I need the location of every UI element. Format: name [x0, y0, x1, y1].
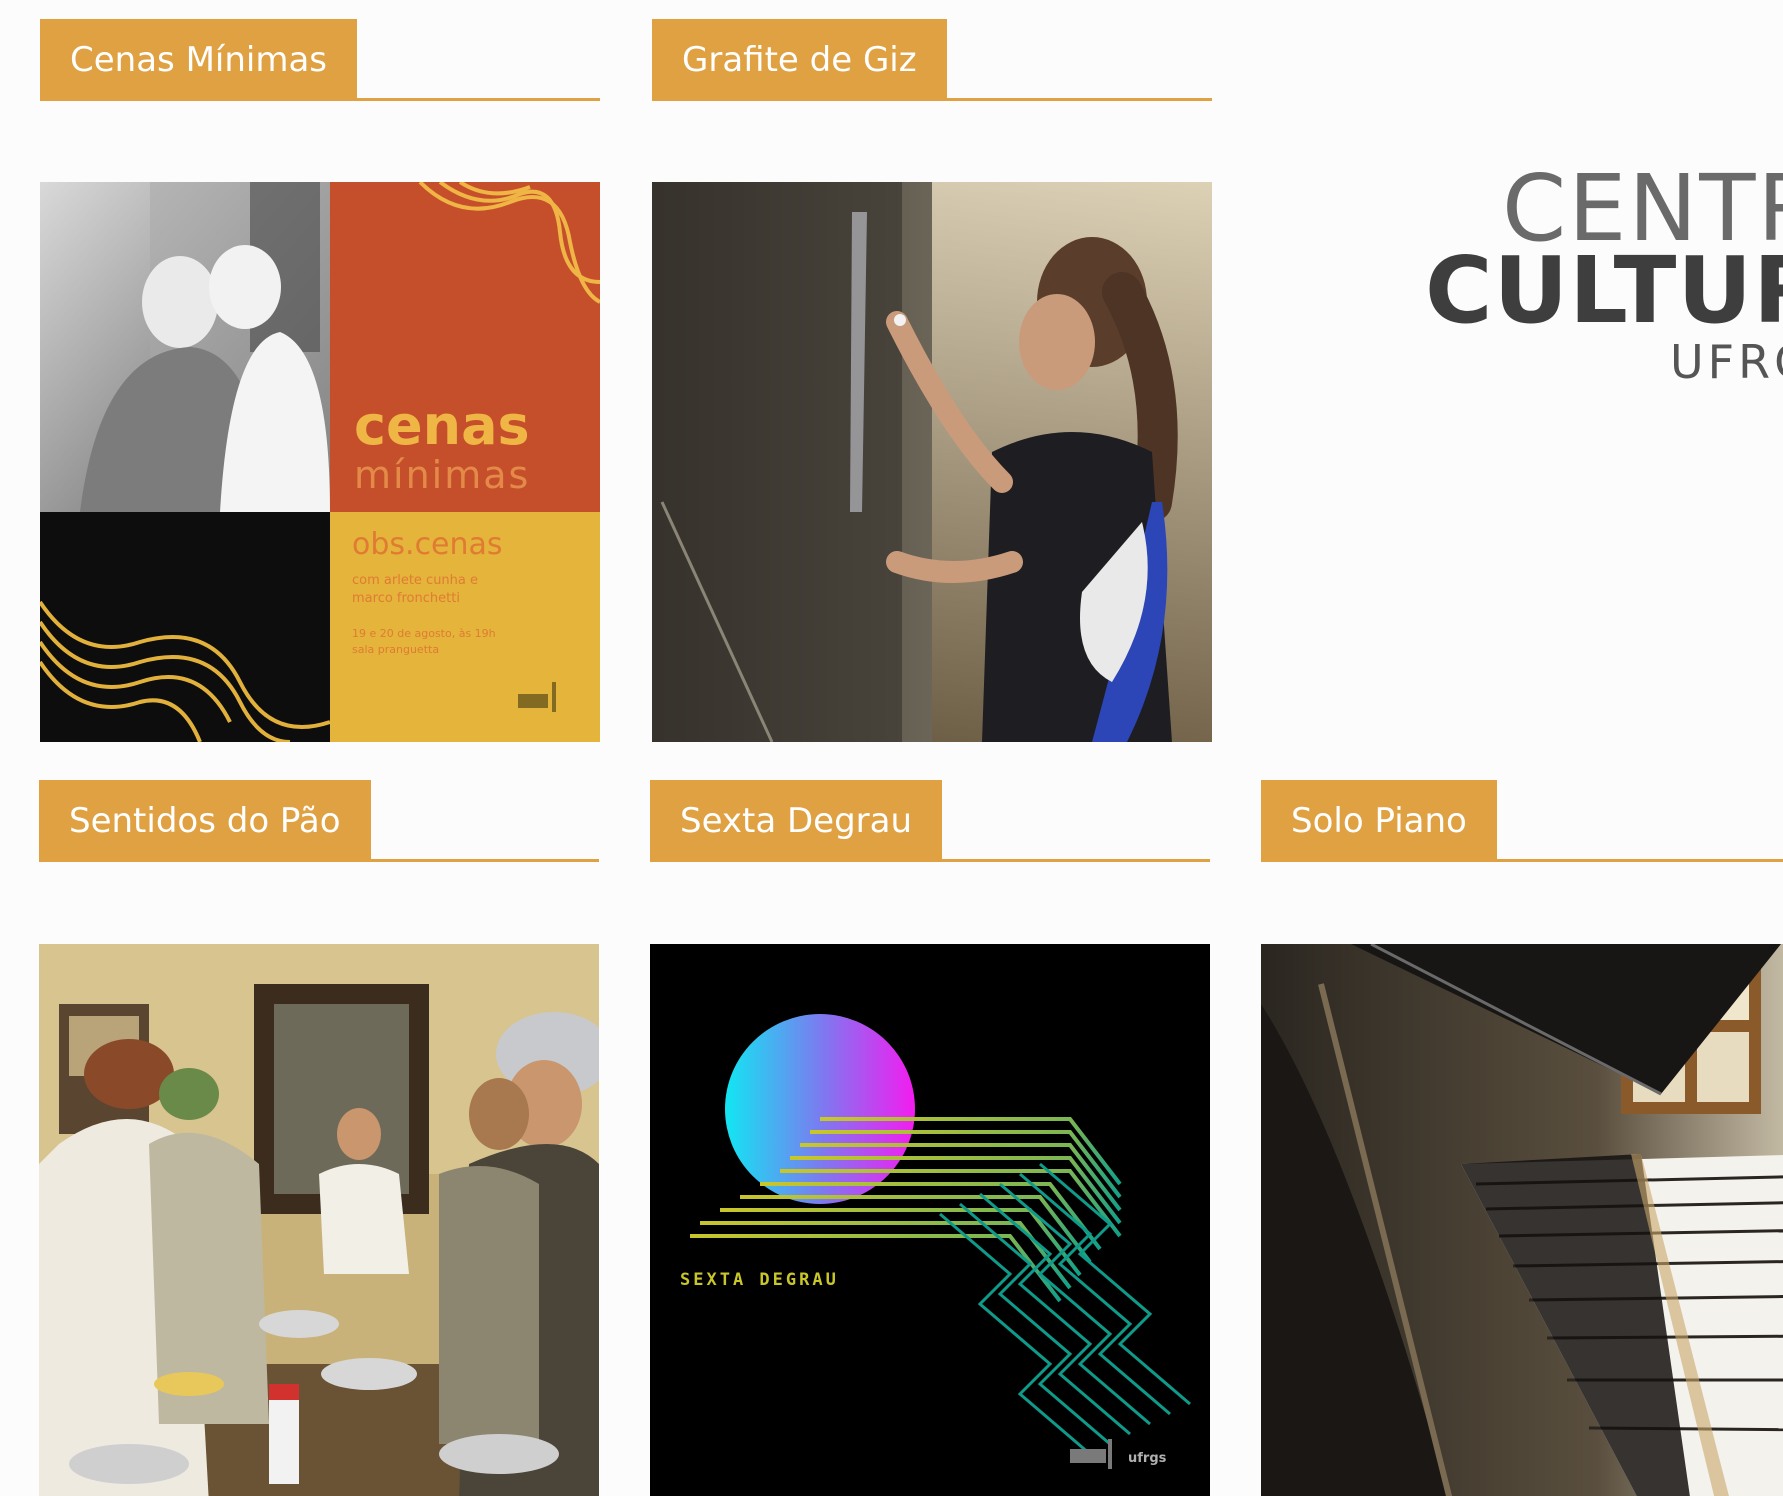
- card-thumbnail-grafite-de-giz[interactable]: [652, 182, 1212, 742]
- card-sentidos-do-pao: Sentidos do Pão: [39, 780, 599, 1496]
- logo-line-ufrgs: UFRGS: [1670, 335, 1783, 389]
- poster-line-5: sala pranguetta: [352, 643, 439, 656]
- card-thumbnail-cenas-minimas[interactable]: cenas mínimas obs.cenas com arlete cunha…: [40, 182, 600, 742]
- card-header: Sentidos do Pão: [39, 780, 599, 862]
- card-title-tab[interactable]: Solo Piano: [1261, 780, 1497, 862]
- poster-heading: cenas: [354, 394, 530, 457]
- poster-line-2: com arlete cunha e: [352, 573, 478, 588]
- card-thumbnail-solo-piano[interactable]: [1261, 944, 1783, 1496]
- card-thumbnail-sexta-degrau[interactable]: SEXTA DEGRAU ufrgs: [650, 944, 1210, 1496]
- card-solo-piano: Solo Piano: [1261, 780, 1783, 1496]
- title-underline: [40, 98, 600, 101]
- card-title-tab[interactable]: Grafite de Giz: [652, 19, 947, 101]
- sexta-degrau-caption: SEXTA DEGRAU: [680, 1270, 839, 1290]
- card-sexta-degrau: Sexta Degrau SEXTA DEGRAU ufrgs: [650, 780, 1210, 1496]
- card-title-tab[interactable]: Sentidos do Pão: [39, 780, 371, 862]
- card-header: Cenas Mínimas: [40, 19, 600, 101]
- card-thumbnail-sentidos-do-pao[interactable]: [39, 944, 599, 1496]
- page: Cenas Mínimas cenas mínimas obs.cenas co…: [0, 0, 1783, 1496]
- ufrgs-mark: ufrgs: [1128, 1451, 1167, 1466]
- poster-line-3: marco fronchetti: [352, 591, 460, 606]
- centro-cultural-logo[interactable]: CENTRO CULTURAL UFRGS: [1410, 155, 1783, 395]
- title-underline: [652, 98, 1212, 101]
- logo-line-cultural: CULTURAL: [1425, 237, 1783, 344]
- card-title-tab[interactable]: Cenas Mínimas: [40, 19, 358, 101]
- poster-subheading: mínimas: [354, 453, 530, 497]
- card-title-tab[interactable]: Sexta Degrau: [650, 780, 943, 862]
- card-header: Grafite de Giz: [652, 19, 1212, 101]
- title-underline: [39, 859, 599, 862]
- card-cenas-minimas: Cenas Mínimas cenas mínimas obs.cenas co…: [40, 19, 600, 742]
- poster-line-4: 19 e 20 de agosto, às 19h: [352, 627, 496, 640]
- card-header: Solo Piano: [1261, 780, 1783, 862]
- title-underline: [650, 859, 1210, 862]
- title-underline: [1261, 859, 1783, 862]
- card-header: Sexta Degrau: [650, 780, 1210, 862]
- card-grafite-de-giz: Grafite de Giz: [652, 19, 1212, 742]
- poster-line-1: obs.cenas: [352, 527, 503, 562]
